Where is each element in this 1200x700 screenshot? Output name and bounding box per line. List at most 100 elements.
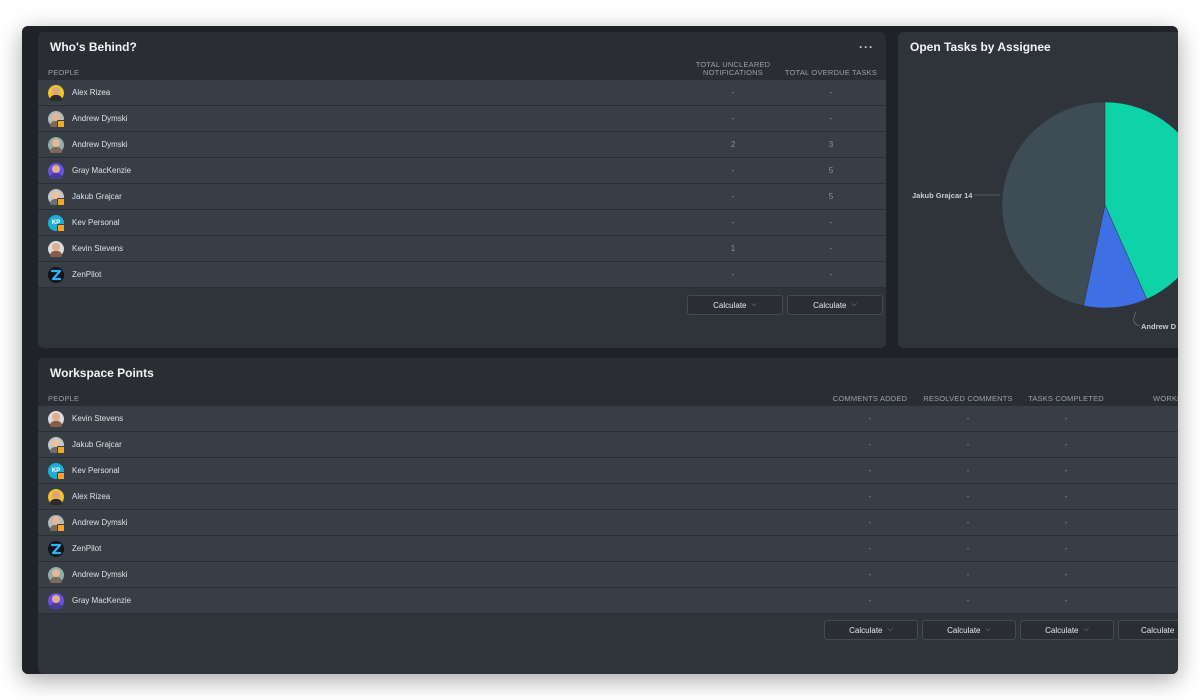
tasks-completed-value: - (1064, 466, 1068, 475)
table-row[interactable]: Gray MacKenzie - - - - (38, 588, 1178, 614)
resolved-comments-value: - (966, 570, 970, 579)
table-row[interactable]: Andrew Dymski 2 3 (38, 132, 886, 158)
dashboard-window: Who's Behind? ··· PEOPLE TOTAL UNCLEARED… (22, 26, 1178, 674)
worked-value: - (1115, 518, 1178, 527)
status-badge (57, 119, 65, 128)
column-header-uncleared-notifications[interactable]: TOTAL UNCLEARED NOTIFICATIONS (684, 61, 782, 77)
status-badge (57, 471, 65, 480)
avatar: KP (48, 462, 65, 480)
avatar-head (52, 568, 60, 577)
avatar-head (52, 594, 60, 603)
workspace-points-column-headers: PEOPLE COMMENTS ADDED RESOLVED COMMENTS … (38, 388, 1178, 406)
table-row[interactable]: Alex Rizea - - - - (38, 484, 1178, 510)
whos-behind-header: Who's Behind? ··· (38, 32, 886, 62)
table-row[interactable]: Andrew Dymski - - (38, 106, 886, 132)
person-name[interactable]: Andrew Dymski (72, 570, 128, 579)
person-cell: ZenPilot (38, 540, 821, 557)
avatar: KP (48, 214, 65, 232)
person-name[interactable]: Alex Rizea (72, 492, 110, 501)
person-name[interactable]: Kevin Stevens (72, 244, 123, 253)
comments-added-value: - (868, 492, 872, 501)
uncleared-notifications-value: - (731, 166, 735, 175)
overdue-tasks-value: - (829, 244, 833, 253)
overdue-tasks-value: - (829, 218, 833, 227)
uncleared-notifications-value: - (731, 218, 735, 227)
status-badge (57, 223, 65, 232)
calculate-notifications-button[interactable]: Calculate ⌵ (687, 295, 783, 315)
table-row[interactable]: ZenPilot - - - - (38, 536, 1178, 562)
table-row[interactable]: Kevin Stevens - - - 1 (38, 406, 1178, 432)
person-name[interactable]: Alex Rizea (72, 88, 110, 97)
avatar (48, 240, 64, 257)
person-name[interactable]: ZenPilot (72, 544, 101, 553)
person-name[interactable]: Kev Personal (72, 466, 120, 475)
avatar-head (52, 242, 60, 251)
pie-slice-jakub-grajcar[interactable] (1001, 101, 1106, 307)
workspace-points-card: Workspace Points PEOPLE COMMENTS ADDED R… (38, 358, 1178, 674)
zenpilot-logo-icon (50, 543, 62, 554)
resolved-comments-value: - (966, 492, 970, 501)
person-name[interactable]: ZenPilot (72, 270, 101, 279)
worked-value: - (1115, 440, 1178, 449)
column-header-resolved-comments[interactable]: RESOLVED COMMENTS (919, 394, 1017, 403)
pie-label-andrew: Andrew D (1141, 322, 1177, 331)
column-header-people[interactable]: PEOPLE (38, 68, 684, 77)
comments-added-value: - (868, 596, 872, 605)
column-header-overdue-tasks[interactable]: TOTAL OVERDUE TASKS (782, 68, 880, 77)
status-badge (57, 523, 65, 532)
table-row[interactable]: Jakub Grajcar - - - - (38, 432, 1178, 458)
calculate-comments-added-button[interactable]: Calculate ⌵ (824, 620, 918, 640)
table-row[interactable]: Alex Rizea - - (38, 80, 886, 106)
comments-added-value: - (868, 466, 872, 475)
tasks-completed-value: - (1064, 596, 1068, 605)
person-name[interactable]: Jakub Grajcar (72, 440, 122, 449)
worked-value: - (1115, 570, 1178, 579)
table-row[interactable]: Kevin Stevens 1 - (38, 236, 886, 262)
person-name[interactable]: Andrew Dymski (72, 518, 128, 527)
table-row[interactable]: ZenPilot - - (38, 262, 886, 288)
column-header-people[interactable]: PEOPLE (38, 394, 821, 403)
comments-added-value: - (868, 414, 872, 423)
person-cell: Alex Rizea (38, 488, 821, 505)
tasks-completed-value: - (1064, 570, 1068, 579)
person-cell: Gray MacKenzie (38, 592, 821, 609)
open-tasks-card: Open Tasks by Assignee Jakub Grajcar 14 … (898, 32, 1178, 348)
person-name[interactable]: Kevin Stevens (72, 414, 123, 423)
table-row[interactable]: KP Kev Personal - - - - (38, 458, 1178, 484)
person-name[interactable]: Kev Personal (72, 218, 120, 227)
table-row[interactable]: KP Kev Personal - - (38, 210, 886, 236)
column-header-comments-added[interactable]: COMMENTS ADDED (821, 394, 919, 403)
table-row[interactable]: Gray MacKenzie - 5 (38, 158, 886, 184)
uncleared-notifications-value: 2 (730, 140, 736, 149)
person-cell: KP Kev Personal (38, 462, 821, 480)
table-row[interactable]: Jakub Grajcar - 5 (38, 184, 886, 210)
open-tasks-title: Open Tasks by Assignee (910, 40, 1051, 54)
avatar (48, 136, 64, 153)
person-name[interactable]: Andrew Dymski (72, 140, 128, 149)
calculate-resolved-comments-button[interactable]: Calculate ⌵ (922, 620, 1016, 640)
column-header-worked[interactable]: WORKED (1115, 394, 1178, 403)
person-name[interactable]: Gray MacKenzie (72, 166, 131, 175)
table-row[interactable]: Andrew Dymski - - - - (38, 562, 1178, 588)
comments-added-value: - (868, 544, 872, 553)
person-cell: Andrew Dymski (38, 136, 684, 153)
table-row[interactable]: Andrew Dymski - - - - (38, 510, 1178, 536)
overdue-tasks-value: 5 (828, 192, 834, 201)
column-header-tasks-completed[interactable]: TASKS COMPLETED (1017, 394, 1115, 403)
person-name[interactable]: Andrew Dymski (72, 114, 128, 123)
calculate-tasks-completed-button[interactable]: Calculate ⌵ (1020, 620, 1114, 640)
more-options-icon[interactable]: ··· (859, 40, 874, 54)
resolved-comments-value: - (966, 466, 970, 475)
person-name[interactable]: Jakub Grajcar (72, 192, 122, 201)
avatar (48, 266, 64, 283)
comments-added-value: - (868, 518, 872, 527)
avatar (48, 410, 64, 427)
person-name[interactable]: Gray MacKenzie (72, 596, 131, 605)
uncleared-notifications-value: 1 (730, 244, 736, 253)
workspace-points-header: Workspace Points (38, 358, 1178, 388)
avatar (48, 514, 65, 532)
calculate-overdue-button[interactable]: Calculate ⌵ (787, 295, 883, 315)
avatar-body (50, 172, 62, 179)
tasks-completed-value: - (1064, 414, 1068, 423)
calculate-worked-button[interactable]: Calculate (1118, 620, 1178, 640)
